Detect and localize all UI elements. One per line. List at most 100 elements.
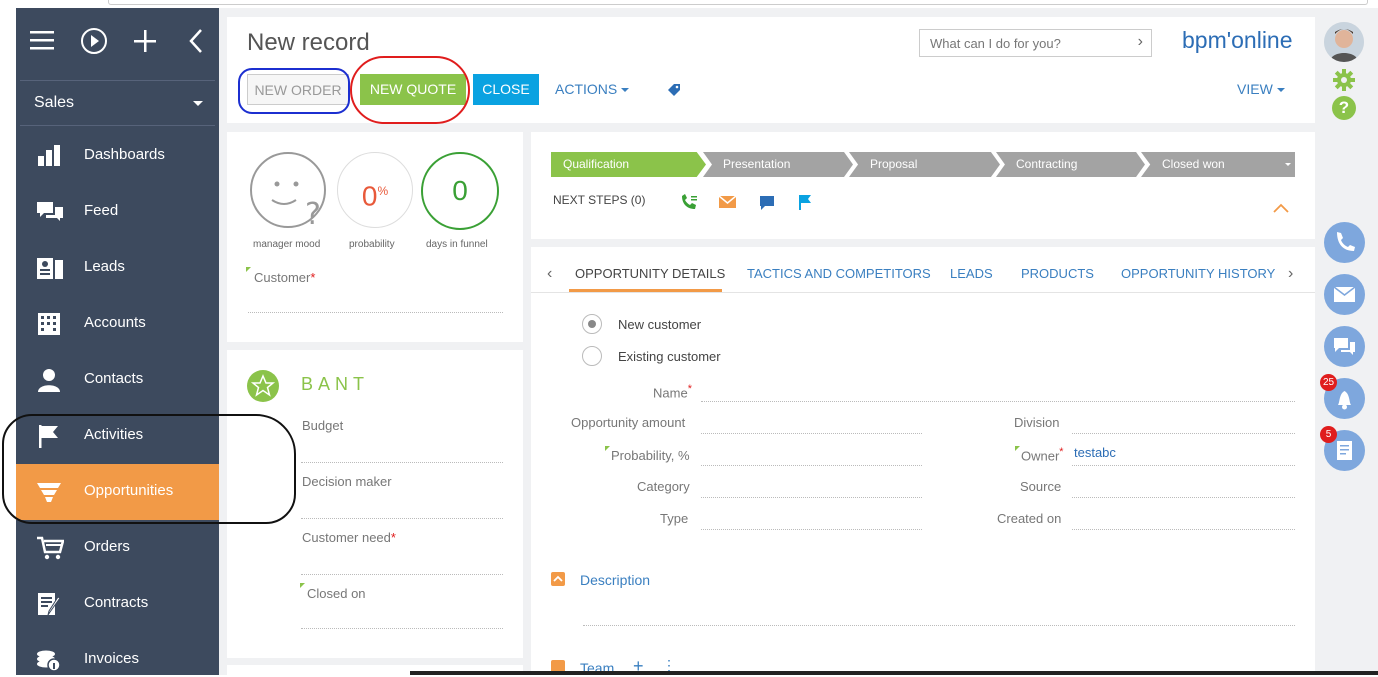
name-field[interactable] (701, 401, 1295, 402)
call-icon[interactable] (680, 194, 698, 215)
menu-icon[interactable] (30, 30, 54, 50)
description-section-title[interactable]: Description (580, 572, 650, 588)
sidebar-item-feed[interactable]: Feed (16, 184, 219, 240)
opportunity-amount-field[interactable] (701, 433, 922, 434)
source-field[interactable] (1072, 497, 1295, 498)
sidebar-item-accounts[interactable]: Accounts (16, 296, 219, 352)
help-icon[interactable]: ? (1332, 96, 1356, 120)
chat-icon[interactable] (759, 195, 775, 216)
name-label-text: Name (653, 385, 688, 401)
bar-chart-icon (36, 144, 62, 168)
required-marker: * (687, 383, 692, 395)
existing-customer-label: Existing customer (618, 349, 721, 364)
sidebar-item-invoices[interactable]: Invoices (16, 632, 219, 675)
tag-icon[interactable] (667, 83, 681, 102)
workplace-selector[interactable]: Sales (20, 80, 215, 126)
email-button[interactable] (1324, 274, 1365, 315)
customer-field[interactable] (248, 312, 503, 313)
play-icon[interactable] (80, 27, 108, 60)
phone-button[interactable] (1324, 222, 1365, 263)
probability-field[interactable] (701, 465, 922, 466)
required-corner-marker (300, 583, 305, 588)
new-customer-radio[interactable] (582, 314, 602, 334)
plus-icon[interactable] (134, 30, 156, 57)
created-on-field[interactable] (1072, 529, 1295, 530)
command-search-input[interactable]: What can I do for you? › (919, 29, 1152, 57)
building-icon (36, 312, 62, 336)
user-avatar[interactable] (1324, 22, 1364, 62)
bottom-edge (410, 671, 1378, 675)
probability-indicator[interactable]: 0% (337, 152, 413, 228)
description-collapse-icon[interactable] (551, 572, 565, 586)
decision-maker-label: Decision maker (302, 474, 392, 489)
sidebar-item-label: Contracts (84, 594, 149, 611)
stage-qualification[interactable]: Qualification (551, 152, 706, 177)
gear-icon[interactable] (1332, 68, 1356, 97)
collapse-chevron-up-icon[interactable] (1273, 200, 1289, 218)
new-customer-label: New customer (618, 317, 702, 332)
caret-down-icon (193, 101, 203, 106)
name-label: Name* (653, 383, 692, 400)
sidebar-item-orders[interactable]: Orders (16, 520, 219, 576)
collapse-chevron-icon[interactable] (188, 28, 204, 59)
sidebar-item-dashboards[interactable]: Dashboards (16, 128, 219, 184)
probability-field-label: Probability, % (611, 448, 690, 463)
days-in-funnel-indicator[interactable]: 0 (421, 152, 499, 230)
sidebar-item-label: Invoices (84, 650, 140, 667)
chat-button[interactable] (1324, 326, 1365, 367)
required-corner-marker (605, 446, 610, 451)
tab-opportunity-history[interactable]: OPPORTUNITY HISTORY (1121, 266, 1275, 281)
type-field[interactable] (701, 529, 922, 530)
budget-field[interactable] (301, 462, 503, 463)
bant-star-icon (247, 370, 279, 402)
stage-proposal[interactable]: Proposal (849, 152, 1000, 177)
view-label: VIEW (1237, 81, 1273, 97)
person-icon (36, 368, 62, 392)
brand-logo: bpm'online (1182, 27, 1293, 53)
tabs-scroll-right-icon[interactable]: › (1288, 265, 1293, 283)
chevron-right-icon: › (1137, 33, 1143, 50)
view-menu-button[interactable]: VIEW (1237, 74, 1297, 105)
stage-presentation[interactable]: Presentation (703, 152, 853, 177)
tab-products[interactable]: PRODUCTS (1021, 266, 1094, 281)
owner-field[interactable] (1072, 465, 1295, 466)
source-label: Source (1020, 479, 1062, 494)
tab-tactics-and-competitors[interactable]: TACTICS AND COMPETITORS (747, 266, 931, 281)
existing-customer-radio[interactable] (582, 346, 602, 366)
chat-bubbles-icon (36, 200, 63, 224)
decision-maker-field[interactable] (301, 518, 503, 519)
sidebar-item-leads[interactable]: Leads (16, 240, 219, 296)
tab-opportunity-details[interactable]: OPPORTUNITY DETAILS (575, 266, 725, 281)
manager-mood-icon[interactable]: ? (250, 152, 328, 237)
category-field[interactable] (701, 497, 922, 498)
svg-text:?: ? (305, 197, 321, 232)
caret-down-icon (1285, 163, 1291, 166)
stage-closed-won[interactable]: Closed won (1141, 152, 1295, 177)
probability-value: 0 (361, 180, 378, 212)
actions-label: ACTIONS (555, 81, 618, 97)
sidebar-item-contracts[interactable]: Contracts (16, 576, 219, 632)
tabs-scroll-left-icon[interactable]: ‹ (547, 265, 552, 283)
next-steps-label[interactable]: NEXT STEPS (0) (553, 193, 645, 207)
close-button[interactable]: CLOSE (473, 74, 539, 105)
tabs-divider (531, 292, 1315, 293)
flag-icon[interactable] (798, 194, 812, 215)
budget-label: Budget (302, 418, 344, 433)
indicators-panel: ? manager mood 0% probability 0 days in … (227, 132, 523, 342)
required-corner-marker (246, 267, 251, 272)
category-label: Category (637, 479, 690, 494)
owner-value-link[interactable]: testabc (1074, 445, 1116, 460)
customer-need-field[interactable] (301, 574, 503, 575)
division-field[interactable] (1072, 433, 1295, 434)
description-field[interactable] (583, 625, 1295, 626)
caret-down-icon (621, 88, 630, 93)
tab-leads[interactable]: LEADS (950, 266, 993, 281)
actions-menu-button[interactable]: ACTIONS (555, 74, 635, 105)
closed-on-field[interactable] (301, 628, 503, 629)
required-marker: * (390, 530, 396, 545)
contract-icon (36, 592, 62, 616)
email-icon[interactable] (718, 195, 737, 214)
sidebar-item-contacts[interactable]: Contacts (16, 352, 219, 408)
stage-contracting[interactable]: Contracting (996, 152, 1145, 177)
created-on-label: Created on (997, 511, 1062, 526)
